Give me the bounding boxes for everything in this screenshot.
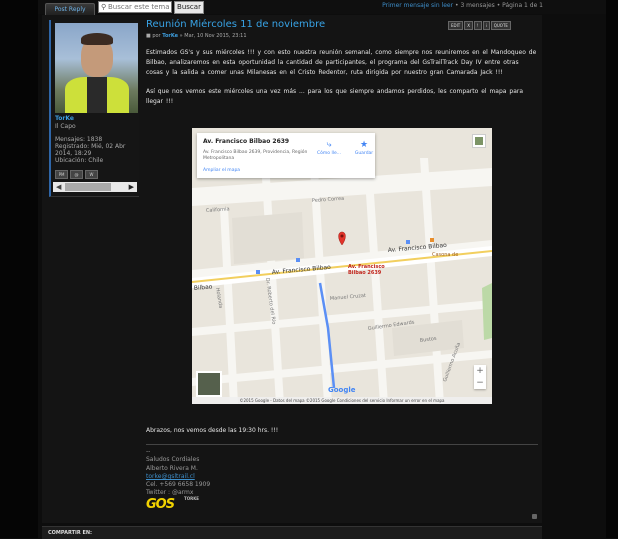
- pm-icon[interactable]: PM: [55, 170, 68, 179]
- zoom-out-button[interactable]: −: [474, 377, 486, 389]
- search-button[interactable]: Buscar: [174, 1, 204, 14]
- pagination: Primer mensaje sin leer • 3 mensajes • P…: [382, 2, 543, 9]
- logo-text: GOS: [146, 497, 175, 512]
- signature-divider: [146, 444, 538, 445]
- bus-stop-icon: [406, 240, 410, 244]
- left-frame: [0, 0, 38, 538]
- edit-button[interactable]: EDIT: [448, 21, 464, 30]
- pin-label: Bilbao 2639: [348, 270, 382, 276]
- signature-dashes: --: [146, 448, 151, 455]
- scroll-right-icon[interactable]: ▶: [129, 182, 134, 192]
- google-logo: Google: [328, 386, 356, 394]
- save-label: Guardar: [354, 151, 374, 156]
- map-footer: ©2015 Google - Datos del mapa ©2015 Goog…: [192, 397, 492, 404]
- signature-line: Alberto Rivera M.: [146, 464, 198, 472]
- profile-rank: Il Capo: [55, 123, 76, 130]
- search-icon: ⚲: [101, 3, 107, 11]
- info-button[interactable]: i: [482, 21, 490, 30]
- signature: -- Saludos Cordiales Alberto Rivera M. t…: [146, 448, 210, 498]
- post-author[interactable]: TorKe: [162, 33, 178, 39]
- share-label: COMPARTIR EN:: [48, 530, 93, 536]
- bus-stop-icon: [256, 270, 260, 274]
- back-to-top-icon[interactable]: [532, 514, 537, 519]
- bus-stop-icon: [296, 258, 300, 262]
- post-paragraph: Así que nos vemos este miércoles una vez…: [146, 88, 524, 105]
- avatar: [55, 23, 138, 113]
- map-enlarge-link[interactable]: Ampliar el mapa: [203, 168, 240, 173]
- map-place-card: Av. Francisco Bilbao 2639 Av. Francisco …: [197, 133, 375, 178]
- email-icon[interactable]: @: [70, 170, 83, 179]
- map-place-name: Av. Francisco Bilbao 2639: [203, 138, 290, 145]
- signature-email-link[interactable]: torke@gsltrail.cl: [146, 473, 195, 480]
- poi-label: Casona de: [432, 252, 458, 258]
- signature-line: Saludos Cordiales: [146, 456, 200, 464]
- zoom-in-button[interactable]: +: [474, 365, 486, 377]
- profile-messages: Mensajes: 1838: [55, 136, 103, 143]
- post-body: Estimados GS's y sus miércoles !!! y con…: [146, 48, 538, 116]
- restaurant-icon: [430, 238, 434, 242]
- report-button[interactable]: !: [473, 21, 482, 30]
- post-author-line: ■ por TorKe » Mar, 10 Nov 2015, 23:11: [146, 33, 247, 39]
- share-bar: COMPARTIR EN:: [42, 526, 542, 539]
- profile-details: Mensajes: 1838 Registrado: Mié, 02 Abr 2…: [55, 136, 139, 164]
- delete-button[interactable]: X: [464, 21, 473, 30]
- scroll-left-icon[interactable]: ◀: [56, 182, 61, 192]
- directions-icon: ⤷: [326, 140, 332, 150]
- by-label: por: [152, 33, 161, 39]
- star-icon: ★: [359, 140, 369, 150]
- gos-logo: GOS TORKE: [146, 496, 204, 512]
- profile-username[interactable]: TorKe: [55, 115, 74, 122]
- satellite-toggle[interactable]: [196, 371, 222, 397]
- profile-scrollbar[interactable]: ◀ ▶: [53, 182, 137, 192]
- map-directions-button[interactable]: ⤷ Cómo lle...: [314, 139, 344, 156]
- directions-label: Cómo lle...: [316, 151, 342, 156]
- profile-registered: Registrado: Mié, 02 Abr 2014, 18:29: [55, 143, 126, 157]
- quote-button[interactable]: QUOTE: [490, 21, 511, 30]
- first-unread-link[interactable]: Primer mensaje sin leer: [382, 2, 453, 9]
- map-save-button[interactable]: ★ Guardar: [350, 139, 378, 156]
- signature-phone: Cel. +569 6658 1909: [146, 481, 211, 489]
- post-closing: Abrazos, nos vemos desde las 19:30 hrs. …: [146, 427, 279, 434]
- search-box: ⚲: [98, 1, 172, 13]
- website-icon[interactable]: W: [85, 170, 98, 179]
- right-frame: [606, 0, 618, 538]
- map-zoom-control: + −: [474, 365, 486, 389]
- post-icon: ■: [146, 33, 151, 39]
- fullscreen-icon[interactable]: [472, 134, 486, 148]
- author-profile: TorKe Il Capo Mensajes: 1838 Registrado:…: [49, 20, 139, 197]
- logo-tag: TORKE: [184, 496, 200, 501]
- search-input[interactable]: [108, 2, 170, 12]
- post-paragraph: Estimados GS's y sus miércoles !!! y con…: [146, 49, 537, 76]
- post-title[interactable]: Reunión Miércoles 11 de noviembre: [146, 19, 325, 30]
- post-action-buttons: EDIT X! i QUOTE: [448, 21, 512, 40]
- embedded-map[interactable]: California Pedro Correa Av. Francisco Bi…: [192, 128, 492, 404]
- map-place-address: Av. Francisco Bilbao 2639, Providencia, …: [203, 150, 308, 161]
- scroll-thumb[interactable]: [65, 183, 111, 191]
- pagination-text: • 3 mensajes • Página 1 de 1: [455, 2, 543, 9]
- profile-location: Ubicación: Chile: [55, 157, 104, 164]
- post-date: » Mar, 10 Nov 2015, 23:11: [179, 33, 247, 39]
